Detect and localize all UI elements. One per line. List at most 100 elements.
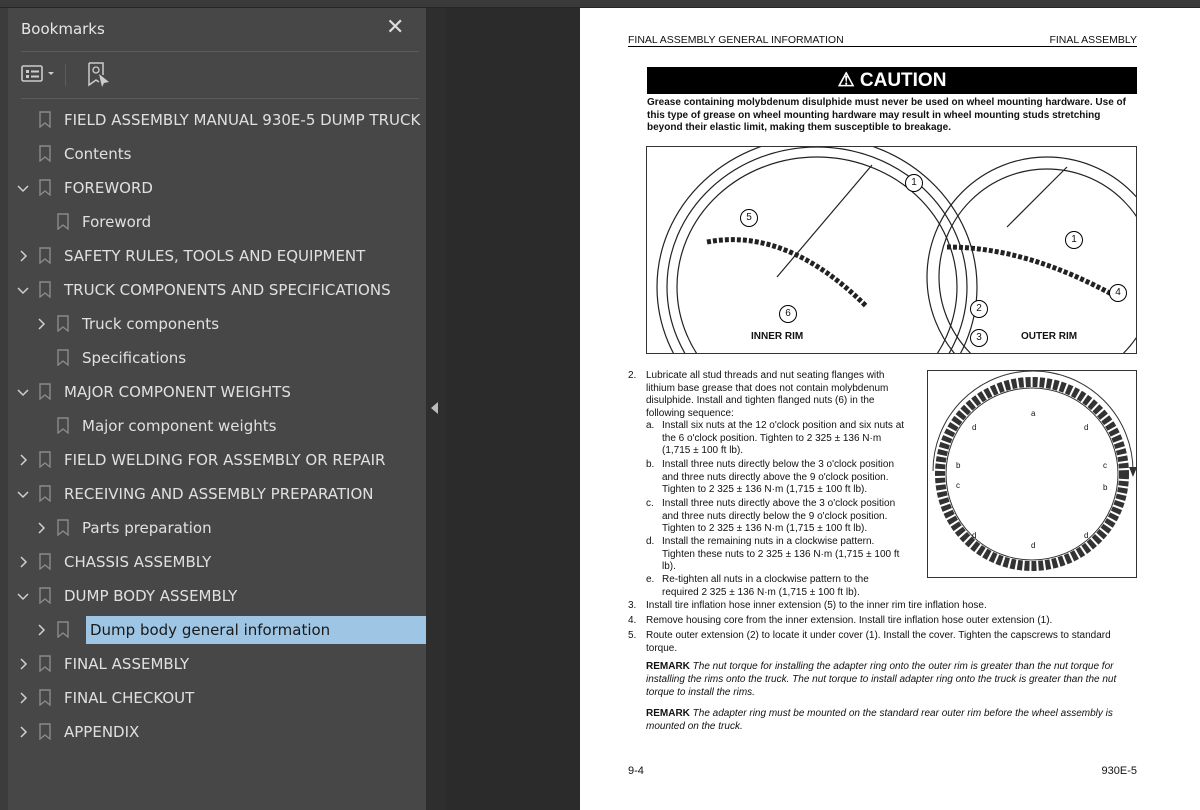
substep-text: Re-tighten all nuts in a clockwise patte…	[662, 574, 869, 598]
bookmark-item[interactable]: Truck components	[8, 310, 426, 338]
bookmark-item[interactable]: Dump body general information	[8, 616, 427, 644]
bookmark-item[interactable]: Major component weights	[8, 412, 426, 440]
chevron-right-icon[interactable]	[17, 454, 29, 466]
chevron-right-icon[interactable]	[17, 692, 29, 704]
bookmark-item[interactable]: Parts preparation	[8, 514, 426, 542]
rim-figure: INNER RIM OUTER RIM 1 5 6 1 2 3 4	[646, 136, 1168, 438]
page-header-right: FINAL ASSEMBLY	[1049, 34, 1137, 46]
bookmark-item[interactable]: FOREWORD	[8, 174, 426, 202]
bookmark-label: APPENDIX	[64, 723, 140, 741]
rim-illustration	[656, 136, 1168, 438]
panel-title: Bookmarks	[21, 20, 105, 38]
substep-text: Install the remaining nuts in a clockwis…	[662, 536, 900, 573]
bookmark-label: Truck components	[82, 315, 220, 333]
sequence-label: d	[1031, 541, 1036, 550]
bookmark-label: Dump body general information	[86, 616, 427, 644]
remark-text: The nut torque for installing the adapte…	[646, 661, 1117, 698]
bookmark-label: FIELD ASSEMBLY MANUAL 930E-5 DUMP TRUCK	[64, 111, 421, 129]
bookmark-item[interactable]: RECEIVING AND ASSEMBLY PREPARATION	[8, 480, 426, 508]
bookmark-item[interactable]: FIELD WELDING FOR ASSEMBLY OR REPAIR	[8, 446, 426, 474]
remark-text: The adapter ring must be mounted on the …	[646, 708, 1113, 732]
collapse-panel-arrow-icon[interactable]	[431, 402, 438, 414]
callout-number: 5	[740, 209, 758, 227]
bookmarks-panel: Bookmarks ✕ FIELD ASSEMBLY MANUAL 930E-5…	[0, 8, 427, 810]
sequence-label: d	[972, 423, 977, 432]
callout-number: 2	[970, 300, 988, 318]
bookmark-item[interactable]: FINAL CHECKOUT	[8, 684, 426, 712]
chevron-right-icon[interactable]	[17, 658, 29, 670]
remark-1: REMARK The nut torque for installing the…	[646, 660, 1126, 699]
add-bookmark-icon[interactable]	[87, 62, 113, 88]
bookmark-toolbar	[21, 62, 121, 92]
bookmark-icon	[39, 553, 51, 570]
chevron-down-icon[interactable]	[17, 386, 29, 398]
bookmark-item[interactable]: MAJOR COMPONENT WEIGHTS	[8, 378, 426, 406]
sequence-label: d	[1084, 423, 1089, 432]
chevron-right-icon[interactable]	[17, 556, 29, 568]
outer-rim-label: OUTER RIM	[1021, 331, 1078, 342]
sequence-label: b	[1103, 483, 1108, 492]
bookmark-item[interactable]: FINAL ASSEMBLY	[8, 650, 426, 678]
bookmark-icon	[39, 723, 51, 740]
chevron-right-icon[interactable]	[17, 726, 29, 738]
bookmark-icon	[39, 111, 51, 128]
panel-splitter[interactable]	[426, 8, 446, 810]
title-bar	[0, 0, 1200, 8]
warning-icon: ⚠	[837, 70, 860, 91]
bookmark-icon	[39, 145, 51, 162]
sequence-label: c	[1103, 461, 1107, 470]
inner-rim-label: INNER RIM	[751, 331, 804, 342]
divider	[65, 64, 66, 86]
sequence-label: b	[956, 461, 961, 470]
bookmark-item[interactable]: Specifications	[8, 344, 426, 372]
bookmark-label: TRUCK COMPONENTS AND SPECIFICATIONS	[64, 281, 391, 299]
sequence-label: d	[1084, 531, 1089, 540]
substep-text: Install three nuts directly below the 3 …	[662, 459, 895, 496]
substep-letter: a.	[646, 420, 655, 431]
divider	[21, 98, 419, 99]
pdf-page: FINAL ASSEMBLY GENERAL INFORMATION FINAL…	[580, 8, 1200, 810]
page-header-left: FINAL ASSEMBLY GENERAL INFORMATION	[628, 34, 844, 46]
substep-text: Install three nuts directly above the 3 …	[662, 498, 896, 535]
bookmark-label: RECEIVING AND ASSEMBLY PREPARATION	[64, 485, 374, 503]
callout-number: 3	[970, 329, 988, 347]
chevron-right-icon[interactable]	[35, 318, 47, 330]
header-rule	[628, 46, 1137, 47]
model-number: 930E-5	[1101, 765, 1137, 777]
chevron-right-icon[interactable]	[17, 250, 29, 262]
chevron-down-icon[interactable]	[17, 284, 29, 296]
bookmark-label: DUMP BODY ASSEMBLY	[64, 587, 238, 605]
close-icon[interactable]: ✕	[386, 14, 404, 40]
bookmark-icon	[57, 213, 69, 230]
bookmark-icon	[57, 519, 69, 536]
bookmark-item[interactable]: SAFETY RULES, TOOLS AND EQUIPMENT	[8, 242, 426, 270]
bookmark-item[interactable]: CHASSIS ASSEMBLY	[8, 548, 426, 576]
callout-number: 1	[1065, 231, 1083, 249]
remark-2: REMARK The adapter ring must be mounted …	[646, 707, 1126, 733]
bookmark-icon	[39, 689, 51, 706]
bookmark-icon	[39, 655, 51, 672]
chevron-right-icon[interactable]	[35, 522, 47, 534]
chevron-down-icon[interactable]	[17, 488, 29, 500]
sequence-label: d	[972, 531, 977, 540]
chevron-down-icon[interactable]	[17, 590, 29, 602]
bookmark-item[interactable]: Contents	[8, 140, 426, 168]
bookmark-item[interactable]: Foreword	[8, 208, 426, 236]
substep-letter: d.	[646, 536, 655, 547]
substep-text: Install six nuts at the 12 o'clock posit…	[662, 420, 905, 457]
chevron-down-icon[interactable]	[17, 182, 29, 194]
bookmark-label: FIELD WELDING FOR ASSEMBLY OR REPAIR	[64, 451, 386, 469]
bookmark-label: SAFETY RULES, TOOLS AND EQUIPMENT	[64, 247, 366, 265]
remark-label: REMARK	[646, 708, 690, 719]
bookmark-item[interactable]: APPENDIX	[8, 718, 426, 746]
bookmark-item[interactable]: FIELD ASSEMBLY MANUAL 930E-5 DUMP TRUCK	[8, 106, 426, 134]
step-number: 4.	[628, 615, 637, 626]
bookmark-item[interactable]: DUMP BODY ASSEMBLY	[8, 582, 426, 610]
bookmark-item[interactable]: TRUCK COMPONENTS AND SPECIFICATIONS	[8, 276, 426, 304]
callout-number: 6	[779, 305, 797, 323]
options-menu-icon[interactable]	[21, 62, 61, 86]
bookmark-icon	[39, 247, 51, 264]
substep-letter: e.	[646, 574, 655, 585]
chevron-right-icon[interactable]	[35, 624, 47, 636]
bookmark-label: FOREWORD	[64, 179, 153, 197]
